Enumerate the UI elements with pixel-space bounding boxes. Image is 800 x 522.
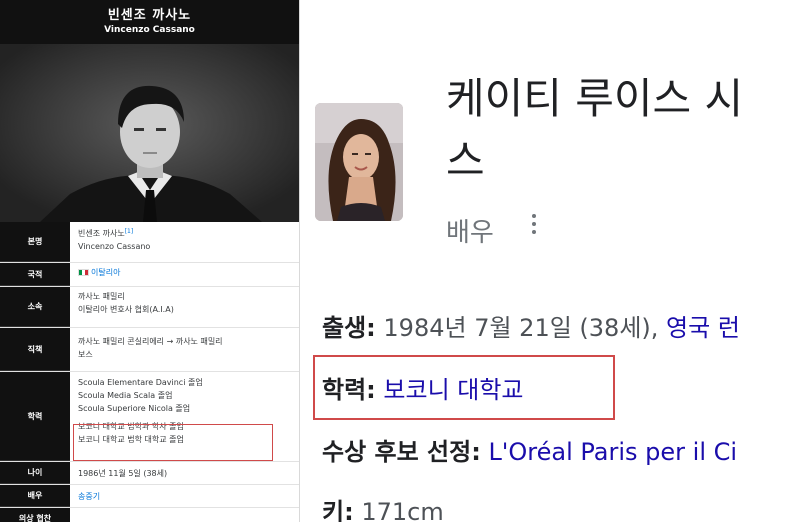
infobox-row-position: 직책 까사노 패밀리 콘실리에리 → 까사노 패밀리 보스 bbox=[0, 328, 299, 372]
row-label: 나이 bbox=[0, 462, 70, 484]
infobox-row-costume: 의상 협찬 bbox=[0, 508, 299, 522]
row-value: 송중기 bbox=[70, 485, 299, 507]
education-line: Scoula Media Scala 졸업 bbox=[78, 391, 173, 400]
position-line: 까사노 패밀리 콘실리에리 → 까사노 패밀리 bbox=[78, 337, 223, 346]
nationality-link[interactable]: 이탈리아 bbox=[91, 268, 120, 277]
real-name-kr: 빈센조 까사노 bbox=[78, 229, 125, 238]
infobox-name-en: Vincenzo Cassano bbox=[104, 25, 195, 35]
age-value: 1986년 11월 5일 (38세) bbox=[78, 469, 168, 478]
infobox-name-kr: 빈센조 까사노 bbox=[107, 8, 192, 23]
height-value: 171cm bbox=[361, 498, 444, 522]
row-label: 국적 bbox=[0, 263, 70, 286]
education-line: Scoula Superiore Nicola 졸업 bbox=[78, 404, 191, 413]
fact-label: 출생: bbox=[322, 314, 376, 342]
row-label: 직책 bbox=[0, 328, 70, 371]
more-options-icon[interactable] bbox=[524, 210, 544, 244]
birth-place-link[interactable]: 영국 런 bbox=[666, 314, 740, 342]
infobox-row-age: 나이 1986년 11월 5일 (38세) bbox=[0, 462, 299, 485]
row-value bbox=[70, 508, 299, 522]
row-value: 까사노 패밀리 이탈리아 변호사 협회(A.I.A) bbox=[70, 287, 299, 327]
row-label: 학력 bbox=[0, 372, 70, 461]
infobox-row-affiliation: 소속 까사노 패밀리 이탈리아 변호사 협회(A.I.A) bbox=[0, 287, 299, 328]
fact-label: 키: bbox=[322, 498, 354, 522]
position-line: 보스 bbox=[78, 350, 93, 359]
row-label: 소속 bbox=[0, 287, 70, 327]
education-highlight-box bbox=[73, 424, 273, 461]
actress-thumbnail[interactable] bbox=[315, 103, 403, 221]
infobox-row-nationality: 국적 이탈리아 bbox=[0, 263, 299, 287]
row-label: 의상 협찬 bbox=[0, 508, 70, 522]
knowledge-panel: 케이티 루이스 시 스 배우 출생: 1984년 7월 21일 (38세), 영… bbox=[300, 0, 800, 522]
fact-height: 키: 171cm bbox=[322, 492, 444, 522]
infobox-panel: 빈센조 까사노 Vincenzo Cassano 본명 빈센조 까사노[1] V… bbox=[0, 0, 300, 522]
footnote-link[interactable]: [1] bbox=[125, 228, 134, 235]
education-line: Scoula Elementare Davinci 졸업 bbox=[78, 378, 203, 387]
affiliation-line: 까사노 패밀리 bbox=[78, 292, 125, 301]
award-link[interactable]: L'Oréal Paris per il Ci bbox=[488, 438, 737, 466]
actor-link[interactable]: 송중기 bbox=[78, 490, 294, 503]
entity-title: 케이티 루이스 시 스 bbox=[446, 68, 800, 192]
row-value: 이탈리아 bbox=[70, 263, 299, 286]
row-label: 본명 bbox=[0, 222, 70, 262]
row-value: 빈센조 까사노[1] Vincenzo Cassano bbox=[70, 222, 299, 262]
row-value: 1986년 11월 5일 (38세) bbox=[70, 462, 299, 484]
infobox-header: 빈센조 까사노 Vincenzo Cassano bbox=[0, 0, 299, 44]
fact-label: 수상 후보 선정: bbox=[322, 438, 481, 466]
education-highlight-box bbox=[313, 355, 615, 420]
infobox-portrait-photo bbox=[0, 44, 299, 222]
infobox-table: 본명 빈센조 까사노[1] Vincenzo Cassano 국적 이탈리아 소… bbox=[0, 222, 299, 522]
fact-birth: 출생: 1984년 7월 21일 (38세), 영국 런 bbox=[322, 308, 740, 343]
birth-date: 1984년 7월 21일 (38세), bbox=[383, 314, 659, 342]
infobox-row-real-name: 본명 빈센조 까사노[1] Vincenzo Cassano bbox=[0, 222, 299, 263]
fact-awards: 수상 후보 선정: L'Oréal Paris per il Ci bbox=[322, 432, 737, 467]
row-label: 배우 bbox=[0, 485, 70, 507]
entity-subtitle: 배우 bbox=[446, 218, 494, 248]
affiliation-line: 이탈리아 변호사 협회(A.I.A) bbox=[78, 305, 174, 314]
italy-flag-icon bbox=[78, 269, 89, 276]
entity-title-text: 케이티 루이스 시 스 bbox=[446, 74, 744, 185]
real-name-en: Vincenzo Cassano bbox=[78, 242, 151, 251]
infobox-row-actor: 배우 송중기 bbox=[0, 485, 299, 508]
row-value: 까사노 패밀리 콘실리에리 → 까사노 패밀리 보스 bbox=[70, 328, 299, 371]
